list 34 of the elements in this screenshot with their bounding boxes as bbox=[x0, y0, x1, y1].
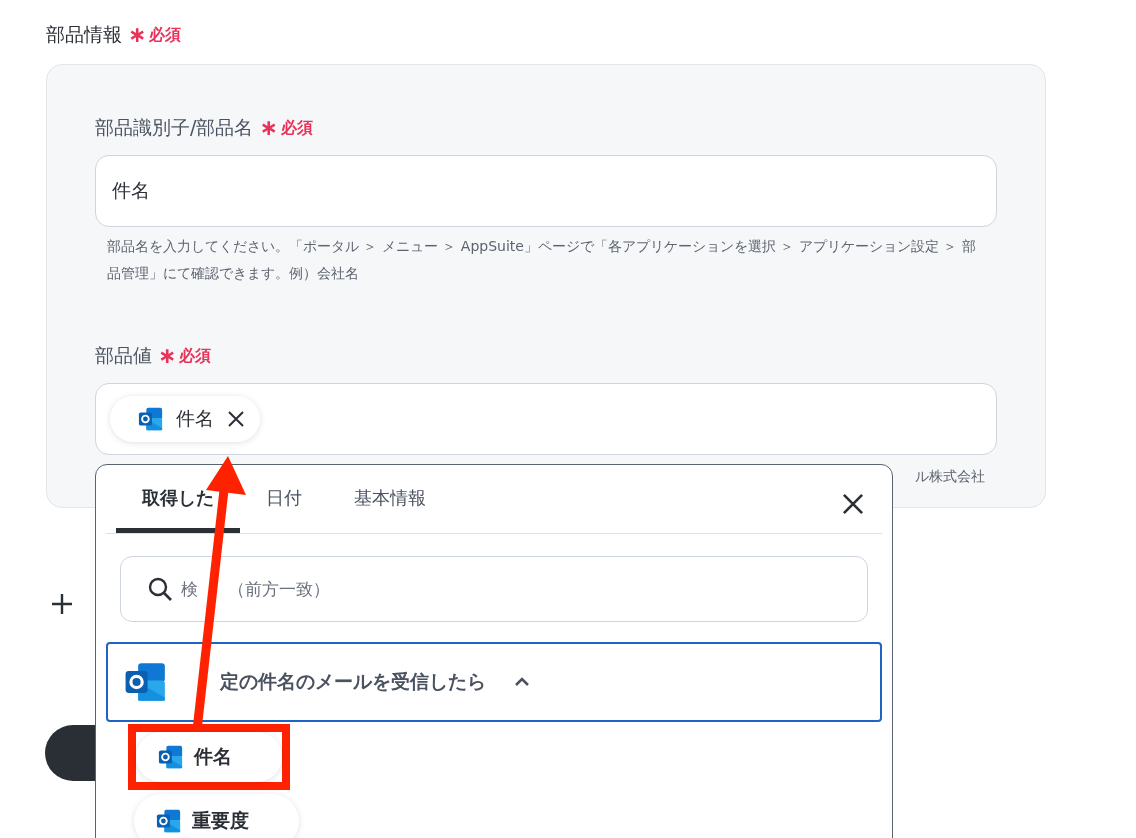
list-item[interactable]: 重要度 bbox=[134, 794, 299, 838]
mail-app-icon bbox=[124, 660, 168, 704]
close-icon[interactable] bbox=[840, 491, 866, 517]
tab[interactable]: 基本情報 bbox=[328, 486, 452, 533]
item-label: 件名 bbox=[194, 744, 232, 769]
input-field[interactable]: 件名 bbox=[95, 155, 997, 227]
asterisk-mark: ∗ bbox=[158, 345, 177, 367]
add-icon[interactable] bbox=[51, 593, 73, 615]
mail-app-icon bbox=[156, 808, 182, 834]
group-header[interactable]: 定の件名のメールを受信したら bbox=[106, 642, 882, 722]
required-label: 必須 bbox=[280, 117, 313, 139]
asterisk-mark: ∗ bbox=[128, 24, 147, 46]
mail-app-icon bbox=[138, 406, 164, 432]
section-title: 部品情報 bbox=[46, 22, 122, 47]
help-text: 部品名を入力してください。「ポータル ＞ メニュー ＞ AppSuite」ページで「各アプリケーションを選択 ＞ アプリケーション設定 ＞ 部品管理」にて確認できます。例）会社名 bbox=[106, 237, 977, 283]
value-chip[interactable]: 件名 bbox=[110, 396, 260, 442]
mail-app-icon bbox=[158, 744, 184, 770]
item-label: 重要度 bbox=[192, 808, 249, 833]
tab[interactable]: 日付 bbox=[240, 486, 328, 533]
required-label: 必須 bbox=[149, 24, 182, 46]
field-label: 部品値 bbox=[95, 343, 152, 368]
search-field[interactable]: 検 （前方一致） bbox=[120, 556, 868, 622]
close-icon[interactable] bbox=[226, 409, 246, 429]
chip-label: 件名 bbox=[176, 406, 214, 431]
search-icon bbox=[147, 576, 173, 602]
group-title: 定の件名のメールを受信したら bbox=[220, 669, 486, 694]
help-text: ル株式会社 bbox=[914, 467, 986, 486]
field-label: 部品識別子/部品名 bbox=[95, 115, 254, 140]
input-field[interactable]: 件名 bbox=[95, 383, 997, 455]
asterisk-mark: ∗ bbox=[259, 117, 278, 139]
list-item[interactable]: 件名 bbox=[136, 732, 282, 782]
required-label: 必須 bbox=[179, 345, 212, 367]
placeholder-text: （前方一致） bbox=[228, 577, 330, 601]
placeholder-text: 検 bbox=[181, 577, 198, 601]
